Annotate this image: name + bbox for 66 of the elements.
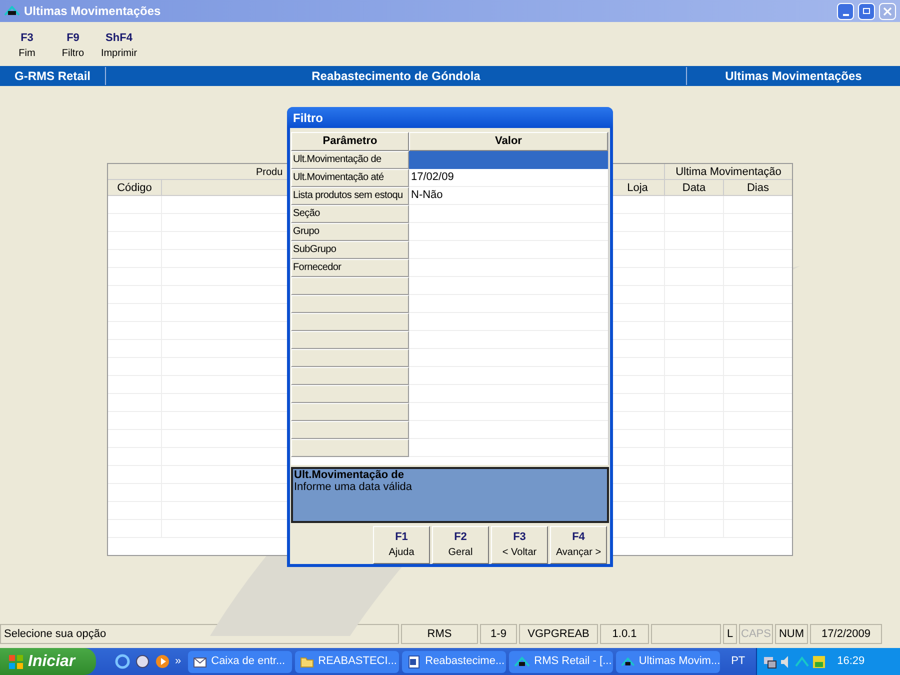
status-field: RMS [401, 624, 478, 644]
browser-icon[interactable] [115, 654, 130, 669]
app-logo-icon [4, 6, 20, 16]
taskbar-button[interactable]: REABASTECI... [295, 650, 400, 672]
status-field: L [723, 624, 737, 644]
windows-logo-icon [8, 654, 24, 670]
status-field: NUM [775, 624, 808, 644]
dialog-button[interactable]: F2 Geral [432, 526, 489, 564]
status-field: 1.0.1 [600, 624, 649, 644]
tray-app-icon[interactable] [812, 654, 826, 668]
parameter-cell: Lista produtos sem estoqu [291, 187, 409, 205]
header-label: G-RMS Retail [0, 67, 106, 85]
value-cell[interactable]: 17/02/09 [409, 169, 608, 187]
help-title: Ult.Movimentação de [294, 469, 406, 481]
column-header: Valor [409, 132, 608, 151]
column-header: Parâmetro [291, 132, 409, 151]
status-field: VGPGREAB [519, 624, 598, 644]
header-title: Reabastecimento de Góndola [106, 67, 687, 85]
parameter-cell: Ult.Movimentação de [291, 151, 409, 169]
status-field: 1-9 [480, 624, 517, 644]
column-header: Código [108, 180, 162, 195]
dialog-button[interactable]: F1 Ajuda [373, 526, 430, 564]
column-header: Dias [746, 181, 770, 195]
parameter-cell: SubGrupo [291, 241, 409, 259]
browser-icon[interactable] [135, 654, 150, 669]
header-label: Ultimas Movimentações [724, 68, 863, 85]
dialog-button[interactable]: F3 < Voltar [491, 526, 548, 564]
close-button[interactable] [879, 2, 896, 20]
media-player-icon[interactable] [155, 654, 170, 669]
parameter-cell: Ult.Movimentação até [291, 169, 409, 187]
value-cell[interactable]: N-Não [409, 187, 608, 205]
app-logo-icon [514, 656, 530, 668]
status-field: 17/2/2009 [810, 624, 882, 644]
document-icon [407, 654, 422, 668]
toolbar-button[interactable]: ShF4 Imprimir [96, 31, 142, 61]
value-cell[interactable] [409, 151, 608, 169]
column-header: Data [665, 180, 724, 195]
taskbar-button[interactable]: Ultimas Movim... [616, 650, 720, 672]
network-icon[interactable] [763, 654, 778, 668]
parameter-cell: Grupo [291, 223, 409, 241]
status-field: CAPS [739, 624, 773, 644]
window-title: Ultimas Movimentações [24, 3, 162, 20]
minimize-button[interactable] [837, 2, 854, 20]
dialog-title: Filtro [293, 110, 323, 126]
dialog-button[interactable]: F4 Avançar > [550, 526, 607, 564]
parameter-cell: Fornecedor [291, 259, 409, 277]
taskbar-button[interactable]: Caixa de entr... [188, 650, 292, 672]
parameter-cell: Seção [291, 205, 409, 223]
column-group-header: Produ [256, 167, 283, 178]
restore-button[interactable] [858, 2, 875, 20]
start-button[interactable]: Iniciar [0, 648, 96, 675]
toolbar-button[interactable]: F3 Fim [4, 31, 50, 61]
help-text: Informe uma data válida [294, 481, 414, 493]
taskbar-button[interactable]: Reabastecime... [402, 650, 506, 672]
language-indicator[interactable]: PT [723, 653, 754, 670]
status-field [651, 624, 721, 644]
app-logo-icon [621, 656, 635, 668]
more-chevron[interactable]: » [175, 653, 182, 670]
clock: 16:29 [837, 654, 865, 670]
envelope-icon [193, 654, 208, 668]
taskbar-button[interactable]: RMS Retail - [... [509, 650, 614, 672]
folder-icon [300, 654, 314, 668]
close-icon [883, 6, 892, 16]
status-field: Selecione sua opção [0, 624, 399, 644]
column-group-header: Ultima Movimentação [674, 165, 782, 179]
toolbar-button[interactable]: F9 Filtro [50, 31, 96, 61]
